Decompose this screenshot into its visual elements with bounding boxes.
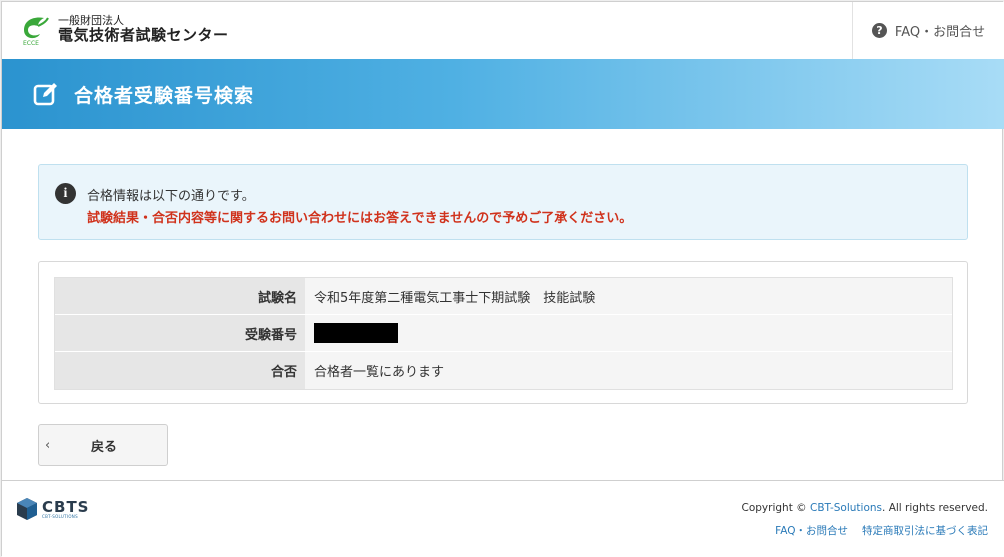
logo-org-name: 電気技術者試験センター [58, 25, 229, 44]
edit-icon [33, 83, 57, 106]
cbts-logo[interactable]: CBTS CBT-SOLUTIONS [16, 497, 89, 521]
site-header: ECCE 一般財団法人 電気技術者試験センター ? FAQ・お問合せ [2, 2, 1004, 59]
result-table: 試験名 令和5年度第二種電気工事士下期試験 技能試験 受験番号 合否 合格者一覧… [54, 277, 953, 390]
info-alert: i 合格情報は以下の通りです。 試験結果・合否内容等に関するお問い合わせにはお答… [38, 164, 968, 240]
question-circle-icon: ? [871, 23, 887, 38]
alert-warning-text: 試験結果・合否内容等に関するお問い合わせにはお答えできませんので予めご了承くださ… [87, 211, 633, 226]
logo-org-type: 一般財団法人 [58, 13, 124, 27]
page-frame: ECCE 一般財団法人 電気技術者試験センター ? FAQ・お問合せ 合格者受験… [1, 1, 1004, 557]
info-circle-icon: i [55, 183, 76, 204]
footer-links: FAQ・お問合せ 特定商取引法に基づく表記 [775, 523, 988, 538]
exam-number-value [305, 315, 952, 351]
table-row-result: 合否 合格者一覧にあります [55, 352, 952, 389]
footer-commercial-law-link[interactable]: 特定商取引法に基づく表記 [862, 523, 988, 538]
exam-name-value: 令和5年度第二種電気工事士下期試験 技能試験 [305, 278, 952, 314]
exam-number-label: 受験番号 [55, 315, 305, 351]
faq-contact-link[interactable]: ? FAQ・お問合せ [852, 2, 1004, 59]
cbt-solutions-link[interactable]: CBT-Solutions [810, 502, 882, 514]
exam-name-label: 試験名 [55, 278, 305, 314]
copyright-suffix: . All rights reserved. [882, 502, 988, 514]
copyright-prefix: Copyright © [741, 502, 810, 514]
footer-faq-link[interactable]: FAQ・お問合せ [775, 523, 848, 538]
faq-contact-label: FAQ・お問合せ [894, 25, 986, 40]
alert-info-text: 合格情報は以下の通りです。 [87, 189, 255, 204]
cbts-cube-icon [17, 498, 37, 520]
back-button-label: 戻る [91, 439, 118, 455]
table-row-exam-number: 受験番号 [55, 315, 952, 352]
page-title-band: 合格者受験番号検索 [2, 59, 1004, 129]
redacted-exam-number [314, 323, 398, 343]
site-logo[interactable]: ECCE 一般財団法人 電気技術者試験センター [18, 12, 229, 46]
back-button[interactable]: ‹ 戻る [38, 424, 168, 466]
cbts-brand: CBTS [42, 497, 90, 516]
site-footer: CBTS CBT-SOLUTIONS Copyright © CBT-Solut… [2, 480, 1004, 557]
svg-text:ECCE: ECCE [23, 40, 39, 46]
table-row-exam-name: 試験名 令和5年度第二種電気工事士下期試験 技能試験 [55, 278, 952, 315]
eccee-logo-icon: ECCE [23, 17, 49, 46]
result-panel: 試験名 令和5年度第二種電気工事士下期試験 技能試験 受験番号 合否 合格者一覧… [38, 261, 968, 404]
page-title: 合格者受験番号検索 [74, 84, 255, 107]
chevron-left-icon: ‹ [45, 437, 51, 453]
result-value: 合格者一覧にあります [305, 352, 952, 389]
result-label: 合否 [55, 352, 305, 389]
copyright: Copyright © CBT-Solutions. All rights re… [742, 502, 989, 514]
